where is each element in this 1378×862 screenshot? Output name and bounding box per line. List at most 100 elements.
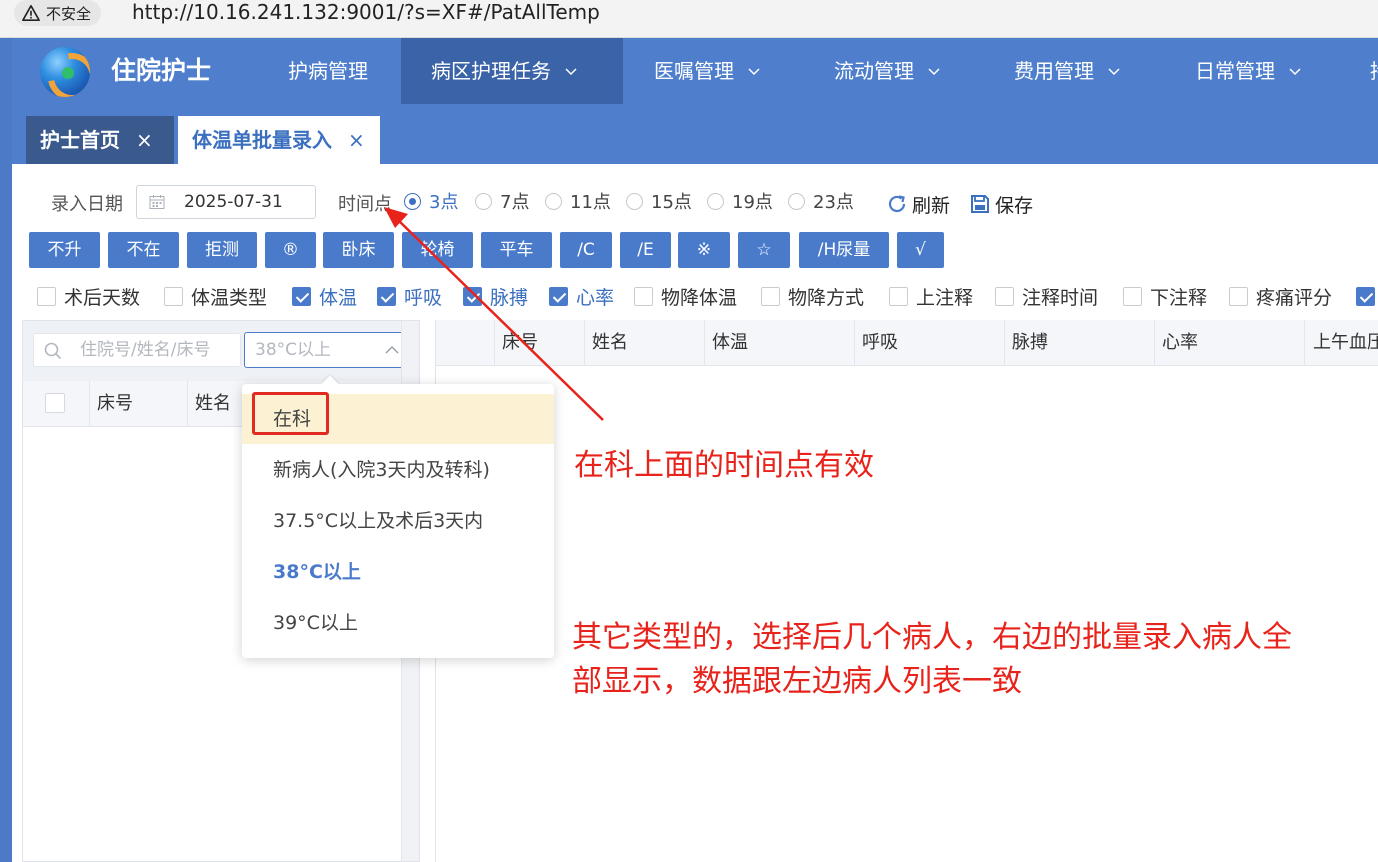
annotation-note-other-types-line1: 其它类型的，选择后几个病人，右边的批量录入病人全	[572, 620, 1292, 655]
quick-button-star[interactable]: ☆	[738, 232, 790, 268]
calendar-icon	[149, 195, 165, 209]
tab-nurse-home[interactable]: 护士首页 ×	[26, 116, 174, 164]
toggle-pain-score[interactable]: 疼痛评分	[1229, 283, 1332, 309]
checkbox[interactable]	[761, 286, 780, 306]
nav-label: 费用管理	[1014, 59, 1094, 83]
checkbox[interactable]	[1229, 286, 1248, 306]
radio-button[interactable]	[545, 192, 562, 210]
toggle-overflow[interactable]	[1356, 283, 1378, 309]
quick-button-e[interactable]: /E	[620, 232, 671, 268]
radio-label: 3点	[429, 192, 459, 213]
url-input[interactable]: http://10.16.241.132:9001/?s=XF#/PatAllT…	[132, 0, 600, 26]
nav-item-orders[interactable]: 医嘱管理	[654, 38, 760, 104]
checkbox[interactable]	[292, 286, 311, 306]
checkbox-label: 物降方式	[788, 286, 865, 309]
toggle-respiration[interactable]: 呼吸	[377, 283, 442, 309]
nav-item-overflow[interactable]: 持	[1370, 38, 1378, 104]
quick-button-reference-mark[interactable]: ※	[678, 232, 730, 268]
patient-type-select[interactable]: 38°C以上	[244, 332, 412, 368]
select-all-checkbox[interactable]	[45, 393, 65, 413]
column-header-bed: 床号	[502, 332, 538, 353]
close-icon[interactable]: ×	[136, 116, 153, 164]
nav-item-daily[interactable]: 日常管理	[1195, 38, 1301, 104]
radio-button[interactable]	[707, 192, 724, 210]
checkbox[interactable]	[377, 286, 396, 306]
radio-15[interactable]: 15点	[626, 188, 692, 214]
dropdown-option-above-37-5[interactable]: 37.5°C以上及术后3天内	[242, 496, 554, 546]
quick-button-refuse[interactable]: 拒测	[187, 232, 257, 268]
refresh-label: 刷新	[912, 194, 951, 217]
quick-button-absent[interactable]: 不在	[108, 232, 179, 268]
toggle-lower-note[interactable]: 下注释	[1123, 283, 1207, 309]
quick-button-c[interactable]: /C	[560, 232, 612, 268]
radio-button[interactable]	[626, 192, 643, 210]
security-label: 不安全	[46, 4, 92, 23]
radio-button[interactable]	[404, 192, 421, 210]
toggle-physical-cooling-temp[interactable]: 物降体温	[634, 283, 737, 309]
quick-button-urine-volume[interactable]: /H尿量	[799, 232, 889, 268]
chevron-down-icon	[1108, 68, 1120, 76]
app-logo	[40, 47, 90, 97]
toggle-pulse[interactable]: 脉搏	[463, 283, 528, 309]
column-divider	[1304, 320, 1305, 366]
refresh-button[interactable]: 刷新	[886, 190, 950, 218]
date-picker[interactable]: 2025-07-31	[136, 185, 316, 219]
toggle-heart-rate[interactable]: 心率	[549, 283, 614, 309]
checkbox[interactable]	[1356, 286, 1375, 306]
toggle-note-time[interactable]: 注释时间	[995, 283, 1098, 309]
quick-button-check[interactable]: √	[897, 232, 944, 268]
tab-label: 护士首页	[40, 128, 120, 152]
dropdown-option-above-39[interactable]: 39°C以上	[242, 598, 554, 648]
checkbox[interactable]	[164, 286, 183, 306]
checkbox[interactable]	[37, 286, 56, 306]
column-divider	[187, 381, 188, 427]
nav-item-disease-management[interactable]: 护病管理	[288, 38, 368, 104]
column-divider	[854, 320, 855, 366]
radio-3[interactable]: 3点	[404, 188, 458, 214]
patient-search-input[interactable]: 住院号/姓名/床号	[33, 333, 241, 367]
nav-item-ward-nursing-tasks[interactable]: 病区护理任务	[401, 38, 623, 104]
security-indicator[interactable]: 不安全	[14, 0, 102, 26]
radio-button[interactable]	[475, 192, 492, 210]
checkbox[interactable]	[463, 286, 482, 306]
chevron-down-icon	[565, 68, 577, 76]
radio-label: 11点	[570, 192, 611, 213]
radio-23[interactable]: 23点	[788, 188, 854, 214]
toggle-postop-days[interactable]: 术后天数	[37, 283, 140, 309]
annotation-note-time-points: 在科上面的时间点有效	[574, 448, 874, 483]
checkbox[interactable]	[995, 286, 1014, 306]
column-divider	[494, 320, 495, 366]
quick-button-wheelchair[interactable]: 轮椅	[402, 232, 473, 268]
radio-7[interactable]: 7点	[475, 188, 529, 214]
column-divider	[584, 320, 585, 366]
date-label: 录入日期	[51, 194, 123, 215]
browser-address-bar: 不安全 http://10.16.241.132:9001/?s=XF#/Pat…	[0, 0, 1378, 38]
checkbox[interactable]	[1123, 286, 1142, 306]
radio-11[interactable]: 11点	[545, 188, 611, 214]
radio-button[interactable]	[788, 192, 805, 210]
quick-button-bedridden[interactable]: 卧床	[323, 232, 394, 268]
quick-button-registered[interactable]: ®	[265, 232, 316, 268]
radio-19[interactable]: 19点	[707, 188, 773, 214]
toggle-temperature[interactable]: 体温	[292, 283, 357, 309]
checkbox-label: 呼吸	[404, 286, 443, 309]
dropdown-option-above-38[interactable]: 38°C以上	[242, 547, 554, 597]
dropdown-option-new-patients[interactable]: 新病人(入院3天内及转科)	[242, 445, 554, 495]
checkbox[interactable]	[889, 286, 908, 306]
tab-batch-temperature-entry[interactable]: 体温单批量录入 ×	[178, 116, 380, 164]
quick-button-not-rising[interactable]: 不升	[29, 232, 100, 268]
checkbox[interactable]	[634, 286, 653, 306]
annotation-note-other-types-line2: 部显示，数据跟左边病人列表一致	[572, 664, 1022, 699]
tab-label: 体温单批量录入	[192, 128, 332, 152]
nav-label: 流动管理	[834, 59, 914, 83]
save-button[interactable]: 保存	[969, 190, 1033, 218]
checkbox[interactable]	[549, 286, 568, 306]
nav-item-mobility[interactable]: 流动管理	[834, 38, 940, 104]
column-header-am-blood-pressure: 上午血压	[1313, 332, 1378, 353]
toggle-upper-note[interactable]: 上注释	[889, 283, 973, 309]
close-icon[interactable]: ×	[348, 116, 365, 164]
toggle-temp-type[interactable]: 体温类型	[164, 283, 267, 309]
quick-button-stretcher[interactable]: 平车	[481, 232, 552, 268]
nav-item-billing[interactable]: 费用管理	[1014, 38, 1120, 104]
toggle-physical-cooling-method[interactable]: 物降方式	[761, 283, 864, 309]
